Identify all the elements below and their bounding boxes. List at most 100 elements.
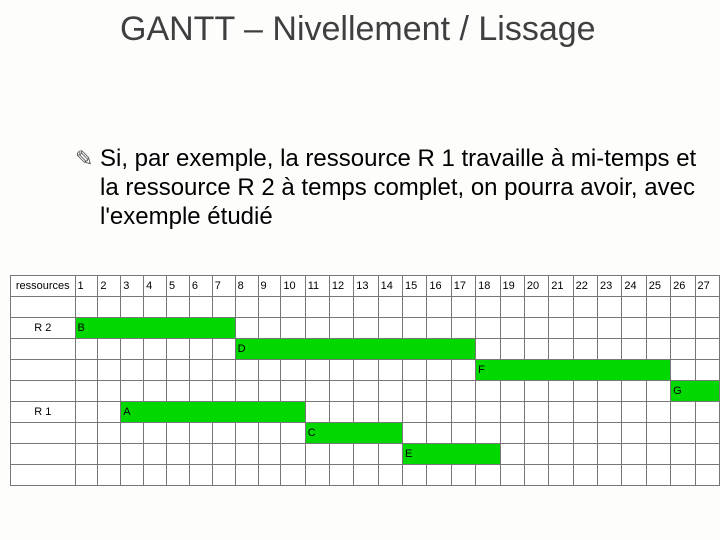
gantt-cell <box>549 423 573 444</box>
gantt-cell <box>212 297 235 318</box>
gantt-cell <box>573 465 597 486</box>
gantt-cell <box>167 423 190 444</box>
gantt-cell <box>235 444 258 465</box>
gantt-cell <box>329 444 353 465</box>
gantt-task-bar-C: C <box>305 423 402 444</box>
gantt-cell <box>212 381 235 402</box>
gantt-cell <box>646 444 670 465</box>
gantt-cell <box>167 465 190 486</box>
gantt-cell <box>646 465 670 486</box>
gantt-cell <box>451 423 475 444</box>
gantt-cell <box>598 423 622 444</box>
gantt-cell <box>189 339 212 360</box>
gantt-cell <box>500 318 524 339</box>
gantt-cell <box>121 297 144 318</box>
gantt-cell <box>451 360 475 381</box>
gantt-resource-label <box>11 381 76 402</box>
gantt-cell <box>281 444 305 465</box>
gantt-cell <box>378 381 402 402</box>
gantt-time-header: 6 <box>189 276 212 297</box>
gantt-cell <box>258 381 281 402</box>
gantt-time-header: 21 <box>549 276 573 297</box>
gantt-cell <box>258 423 281 444</box>
gantt-cell <box>281 297 305 318</box>
gantt-cell <box>235 297 258 318</box>
gantt-cell <box>121 465 144 486</box>
gantt-cell <box>75 339 98 360</box>
gantt-cell <box>98 402 121 423</box>
gantt-cell <box>524 402 548 423</box>
gantt-cell <box>329 318 353 339</box>
gantt-cell <box>75 465 98 486</box>
gantt-cell <box>671 360 695 381</box>
gantt-cell <box>121 339 144 360</box>
gantt-cell <box>646 402 670 423</box>
gantt-time-header: 4 <box>144 276 167 297</box>
gantt-cell <box>695 402 719 423</box>
gantt-cell <box>476 339 500 360</box>
gantt-cell <box>622 423 646 444</box>
gantt-cell <box>671 297 695 318</box>
gantt-cell <box>144 423 167 444</box>
gantt-time-header: 27 <box>695 276 719 297</box>
gantt-time-header: 2 <box>98 276 121 297</box>
gantt-cell <box>671 423 695 444</box>
gantt-cell <box>281 381 305 402</box>
gantt-cell <box>427 297 451 318</box>
gantt-cell <box>622 444 646 465</box>
gantt-cell <box>212 444 235 465</box>
gantt-time-header: 15 <box>403 276 427 297</box>
gantt-cell <box>98 360 121 381</box>
gantt-cell <box>258 465 281 486</box>
gantt-cell <box>427 381 451 402</box>
gantt-cell <box>258 444 281 465</box>
gantt-cell <box>212 423 235 444</box>
gantt-time-header: 24 <box>622 276 646 297</box>
gantt-cell <box>354 360 378 381</box>
gantt-cell <box>500 339 524 360</box>
gantt-cell <box>75 423 98 444</box>
gantt-cell <box>378 402 402 423</box>
gantt-cell <box>622 402 646 423</box>
gantt-cell <box>354 318 378 339</box>
gantt-cell <box>329 360 353 381</box>
gantt-table: ressources123456789101112131415161718192… <box>10 275 720 486</box>
gantt-cell <box>144 297 167 318</box>
gantt-cell <box>212 465 235 486</box>
gantt-cell <box>427 465 451 486</box>
gantt-cell <box>695 444 719 465</box>
gantt-cell <box>258 318 281 339</box>
gantt-cell <box>622 339 646 360</box>
gantt-cell <box>671 465 695 486</box>
gantt-cell <box>549 444 573 465</box>
gantt-cell <box>403 402 427 423</box>
bullet-icon: ✎ <box>75 146 93 172</box>
gantt-time-header: 7 <box>212 276 235 297</box>
gantt-cell <box>549 381 573 402</box>
gantt-cell <box>144 444 167 465</box>
gantt-cell <box>476 423 500 444</box>
gantt-time-header: 9 <box>258 276 281 297</box>
gantt-cell <box>144 339 167 360</box>
gantt-cell <box>281 423 305 444</box>
gantt-cell <box>212 339 235 360</box>
gantt-time-header: 26 <box>671 276 695 297</box>
gantt-task-bar-D: D <box>235 339 476 360</box>
gantt-cell <box>524 339 548 360</box>
gantt-time-header: 8 <box>235 276 258 297</box>
gantt-cell <box>235 318 258 339</box>
gantt-cell <box>427 423 451 444</box>
gantt-header-resources: ressources <box>11 276 76 297</box>
gantt-cell <box>622 465 646 486</box>
gantt-cell <box>622 297 646 318</box>
gantt-cell <box>573 297 597 318</box>
gantt-cell <box>305 318 329 339</box>
gantt-cell <box>235 360 258 381</box>
gantt-cell <box>354 402 378 423</box>
gantt-cell <box>524 465 548 486</box>
gantt-cell <box>167 360 190 381</box>
gantt-cell <box>695 423 719 444</box>
gantt-task-bar-F: F <box>476 360 671 381</box>
gantt-cell <box>403 381 427 402</box>
gantt-cell <box>189 444 212 465</box>
